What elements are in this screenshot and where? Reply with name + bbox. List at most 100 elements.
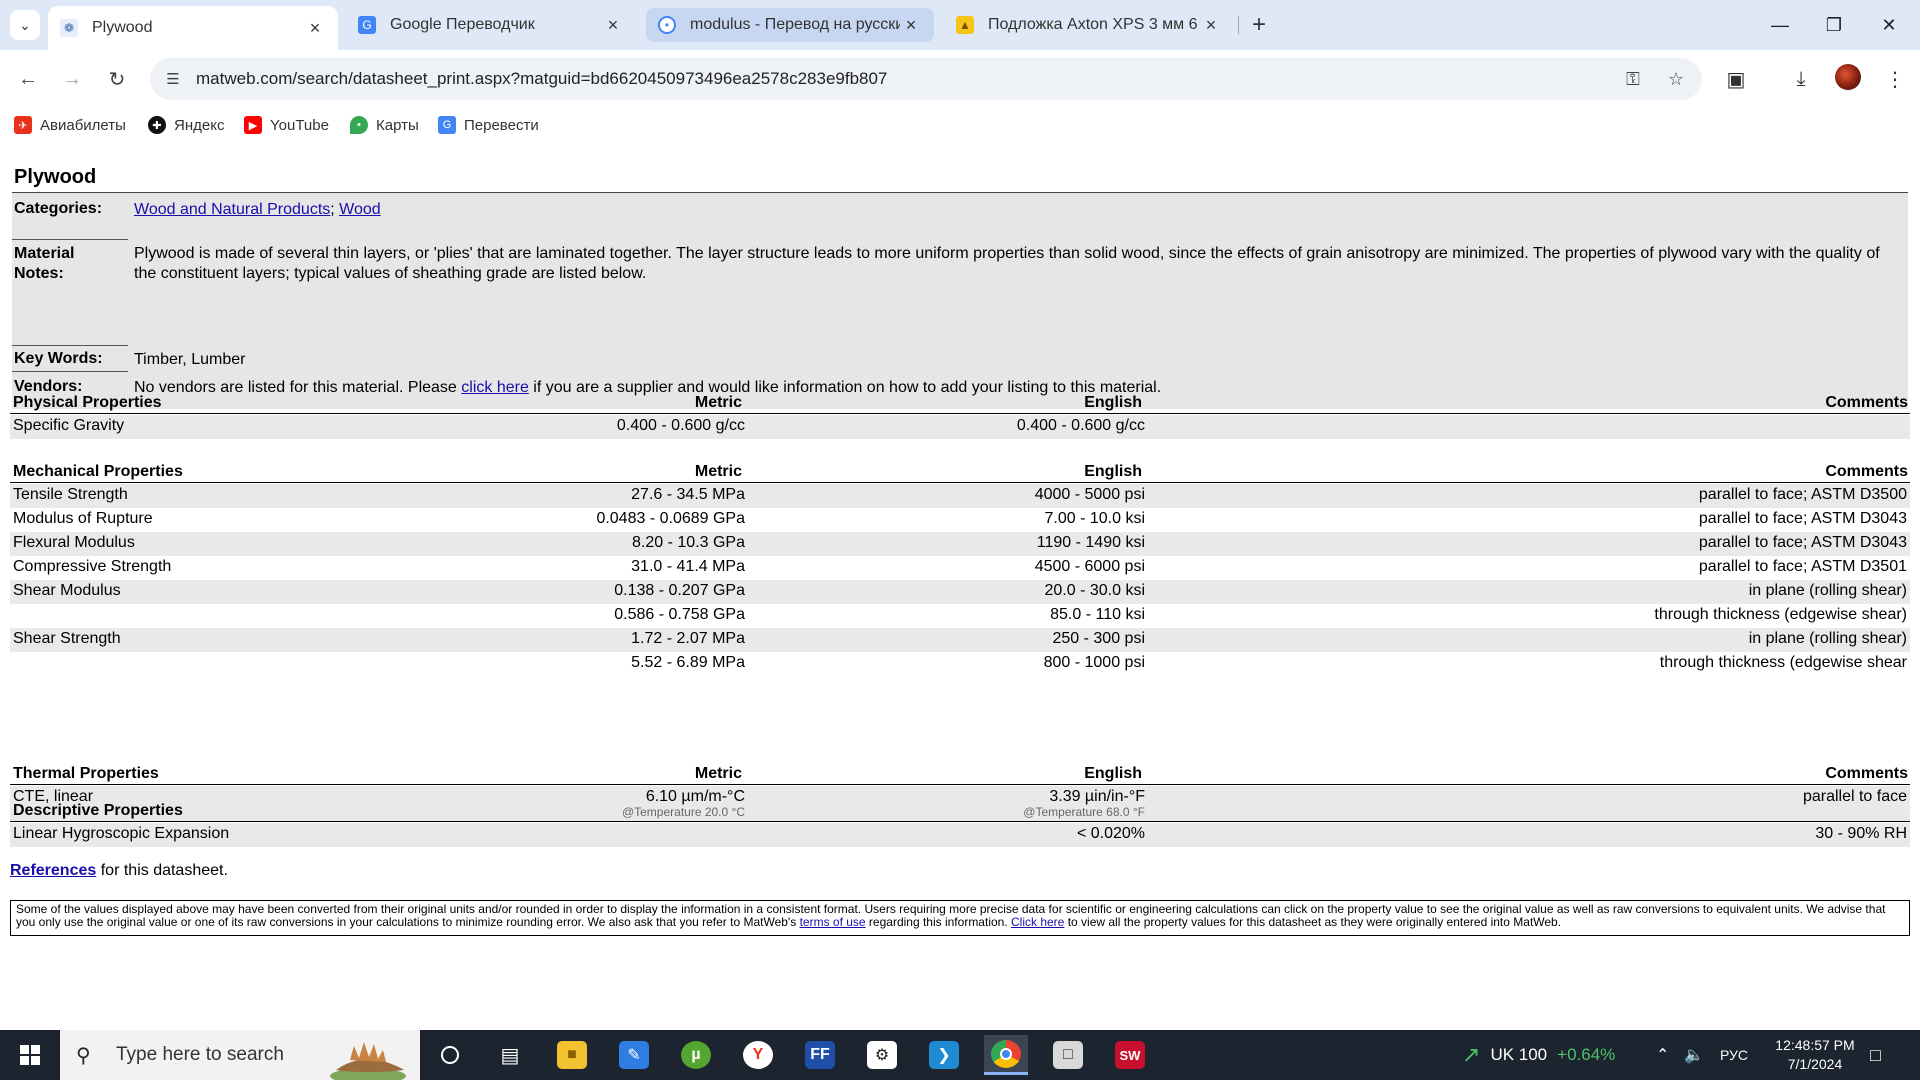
back-button[interactable]: ←	[11, 62, 45, 96]
task-view-button-2[interactable]: ▤	[488, 1035, 532, 1075]
metric-value[interactable]: 27.6 - 34.5 MPa	[631, 486, 745, 504]
language-indicator[interactable]: РУС	[1720, 1030, 1748, 1080]
terms-of-use-link[interactable]: terms of use	[800, 915, 866, 929]
bookmark-yandex[interactable]: ✚ Яндекс	[148, 115, 224, 135]
window-app-icon: □	[1053, 1041, 1083, 1069]
category-link-wood[interactable]: Wood	[339, 201, 381, 218]
new-tab-button[interactable]: +	[1244, 10, 1274, 40]
close-icon[interactable]: ×	[304, 18, 326, 39]
property-name: Modulus of Rupture	[13, 510, 153, 527]
tray-chevron[interactable]: ⌃	[1656, 1030, 1669, 1080]
freecommander-app[interactable]: FF	[798, 1035, 842, 1075]
stock-ticker-widget[interactable]: ↗ UK 100 +0.64%	[1462, 1030, 1615, 1080]
english-value[interactable]: 85.0 - 110 ksi	[1050, 606, 1145, 624]
close-icon[interactable]: ×	[900, 15, 922, 36]
extensions-icon[interactable]: ▣	[1721, 64, 1751, 94]
minimize-button[interactable]: —	[1757, 8, 1803, 42]
english-value[interactable]: 4000 - 5000 psi	[1035, 486, 1145, 504]
english-column-header: English	[1084, 394, 1142, 411]
metric-value[interactable]: 0.138 - 0.207 GPa	[614, 582, 745, 600]
tab-axton-underlay[interactable]: ▲ Подложка Axton XPS 3 мм 6 м ×	[944, 8, 1234, 42]
english-value[interactable]: 4500 - 6000 psi	[1035, 558, 1145, 576]
property-comment: 30 - 90% RH	[1815, 825, 1907, 842]
youtube-icon: ▶	[244, 116, 262, 134]
settings-app[interactable]: ⚙	[860, 1035, 904, 1075]
bookmark-youtube[interactable]: ▶ YouTube	[244, 115, 329, 135]
references-line: References for this datasheet.	[10, 862, 228, 880]
task-view-button[interactable]	[428, 1035, 472, 1075]
search-placeholder: Type here to search	[116, 1044, 284, 1065]
close-window-button[interactable]: ✕	[1866, 8, 1912, 42]
utorrent-app[interactable]: µ	[674, 1035, 718, 1075]
kebab-menu-icon[interactable]: ⋮	[1880, 64, 1910, 94]
translate-page-icon[interactable]: ⚿	[1620, 66, 1646, 92]
bookmark-label: Яндекс	[174, 116, 225, 134]
app-window-app[interactable]: □	[1046, 1035, 1090, 1075]
english-value[interactable]: 1190 - 1490 ksi	[1037, 534, 1145, 552]
metric-value[interactable]: 5.52 - 6.89 MPa	[631, 654, 745, 672]
metric-value[interactable]: 31.0 - 41.4 MPa	[631, 558, 745, 576]
section-title: Thermal Properties	[13, 765, 159, 782]
metric-value[interactable]: 0.586 - 0.758 GPa	[614, 606, 745, 624]
download-icon[interactable]: ⤓	[1786, 64, 1816, 94]
volume-control[interactable]: 🔈	[1684, 1030, 1704, 1080]
section-title: Physical Properties	[13, 394, 162, 411]
yandex-browser-app[interactable]: Y	[736, 1035, 780, 1075]
bookmark-translate[interactable]: G Перевести	[438, 115, 539, 135]
star-icon[interactable]: ☆	[1663, 66, 1689, 92]
reload-button[interactable]: ↻	[100, 62, 134, 96]
start-button[interactable]	[0, 1030, 60, 1080]
system-clock[interactable]: 12:48:57 PM 7/1/2024	[1760, 1036, 1870, 1074]
browser-toolbar: ← → ↻ ☰ matweb.com/search/datasheet_prin…	[0, 50, 1920, 108]
english-value[interactable]: 0.400 - 0.600 g/cc	[1017, 417, 1145, 435]
english-value[interactable]: 800 - 1000 psi	[1044, 654, 1145, 672]
metric-column-header: Metric	[694, 765, 742, 782]
google-translate-icon: G	[358, 16, 376, 34]
bookmark-label: Перевести	[464, 116, 539, 134]
translate-favicon-icon: •	[658, 16, 676, 34]
comments-column-header: Comments	[1825, 463, 1908, 480]
close-icon[interactable]: ×	[1200, 15, 1222, 36]
forward-button[interactable]: →	[55, 62, 89, 96]
restore-button[interactable]: ❐	[1811, 8, 1857, 42]
original-values-link[interactable]: Click here	[1011, 915, 1064, 929]
site-settings-icon[interactable]: ☰	[162, 68, 184, 90]
tab-plywood[interactable]: ❁ Plywood ×	[48, 6, 338, 50]
english-value[interactable]: 7.00 - 10.0 ksi	[1045, 510, 1146, 528]
property-comment: through thickness (edgewise shear)	[1654, 606, 1907, 623]
metric-column-header: Metric	[694, 394, 742, 411]
solidworks-app[interactable]: SW	[1108, 1035, 1152, 1075]
tab-search-button[interactable]: ⌄	[10, 10, 40, 40]
references-link[interactable]: References	[10, 862, 96, 879]
aviabilety-icon: ✈	[14, 116, 32, 134]
metric-value[interactable]: 8.20 - 10.3 GPa	[632, 534, 745, 552]
file-explorer-app[interactable]: ■	[550, 1035, 594, 1075]
bookmark-aviabilety[interactable]: ✈ Авиабилеты	[14, 115, 126, 135]
chrome-app[interactable]	[984, 1035, 1028, 1075]
property-comment: parallel to face; ASTM D3501	[1698, 558, 1907, 575]
tab-google-translate[interactable]: G Google Переводчик ×	[346, 8, 636, 42]
url-text[interactable]: matweb.com/search/datasheet_print.aspx?m…	[196, 69, 887, 89]
profile-avatar[interactable]	[1835, 64, 1861, 90]
notes-app[interactable]: ✎	[612, 1035, 656, 1075]
vscode-app[interactable]: ❯	[922, 1035, 966, 1075]
english-value[interactable]: < 0.020%	[1077, 825, 1145, 843]
solidworks-icon: SW	[1115, 1041, 1145, 1069]
gear-icon: ⚙	[867, 1041, 897, 1069]
close-icon[interactable]: ×	[602, 15, 624, 36]
property-comment: parallel to face; ASTM D3500	[1698, 486, 1907, 503]
metric-value[interactable]: 0.0483 - 0.0689 GPa	[596, 510, 745, 528]
metric-value[interactable]: 0.400 - 0.600 g/cc	[617, 417, 745, 435]
notifications-button[interactable]: □	[1870, 1030, 1881, 1080]
english-value[interactable]: 250 - 300 psi	[1052, 630, 1145, 648]
taskbar-search-box[interactable]: ⚲ Type here to search	[60, 1030, 420, 1080]
category-link-wood-natural[interactable]: Wood and Natural Products	[134, 201, 330, 218]
plus-icon: +	[1251, 11, 1266, 38]
english-value[interactable]: 20.0 - 30.0 ksi	[1045, 582, 1146, 600]
address-bar[interactable]: ☰ matweb.com/search/datasheet_print.aspx…	[150, 58, 1702, 100]
tab-modulus-translation[interactable]: • modulus - Перевод на русский ×	[646, 8, 934, 42]
chevron-up-icon: ⌃	[1656, 1047, 1670, 1064]
section-title: Mechanical Properties	[13, 463, 183, 480]
bookmark-maps[interactable]: • Карты	[350, 115, 419, 135]
metric-value[interactable]: 1.72 - 2.07 MPa	[631, 630, 745, 648]
